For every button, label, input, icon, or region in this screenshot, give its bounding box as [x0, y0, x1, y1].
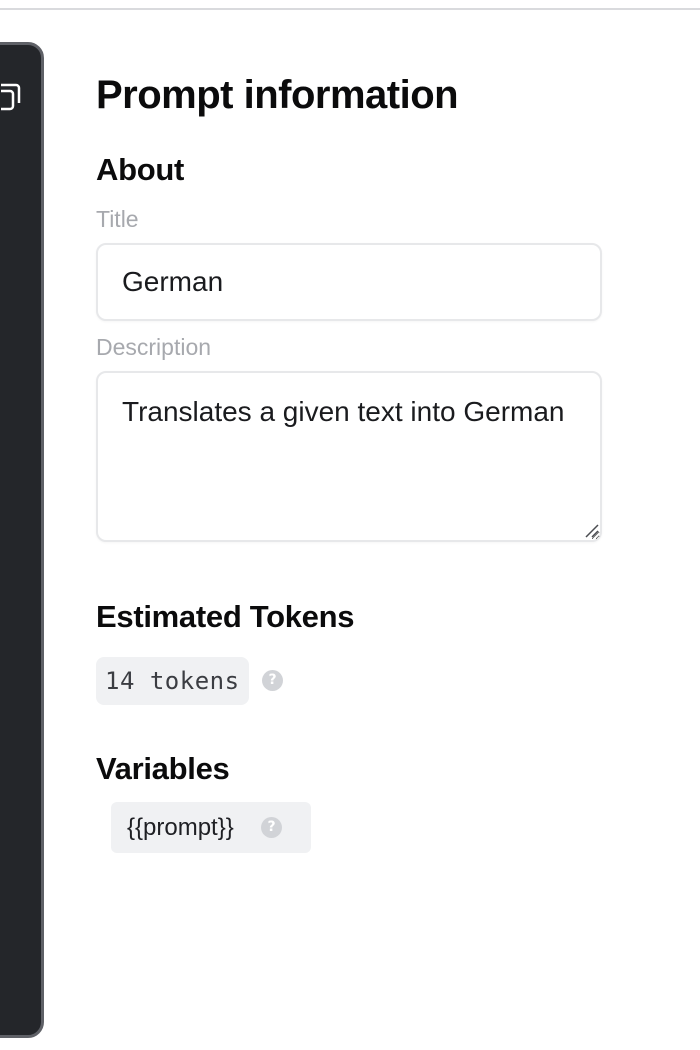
question-circle-icon[interactable]: ? [262, 670, 283, 691]
estimated-tokens-heading: Estimated Tokens [96, 599, 355, 634]
variable-label: {{prompt}} [127, 814, 234, 841]
title-input[interactable] [96, 243, 602, 321]
page-title: Prompt information [96, 73, 459, 117]
copy-icon[interactable] [1, 79, 23, 111]
variable-chip[interactable]: {{prompt}} ? [111, 802, 311, 853]
description-textarea[interactable]: Translates a given text into German [96, 371, 602, 542]
title-label: Title [96, 206, 139, 232]
side-panel [0, 42, 44, 1038]
top-divider [0, 8, 700, 10]
about-heading: About [96, 152, 185, 187]
question-circle-icon[interactable]: ? [261, 817, 282, 838]
token-count-badge: 14 tokens [96, 657, 249, 705]
description-label: Description [96, 334, 212, 360]
resize-grip-icon[interactable] [583, 522, 599, 538]
variables-heading: Variables [96, 751, 230, 786]
